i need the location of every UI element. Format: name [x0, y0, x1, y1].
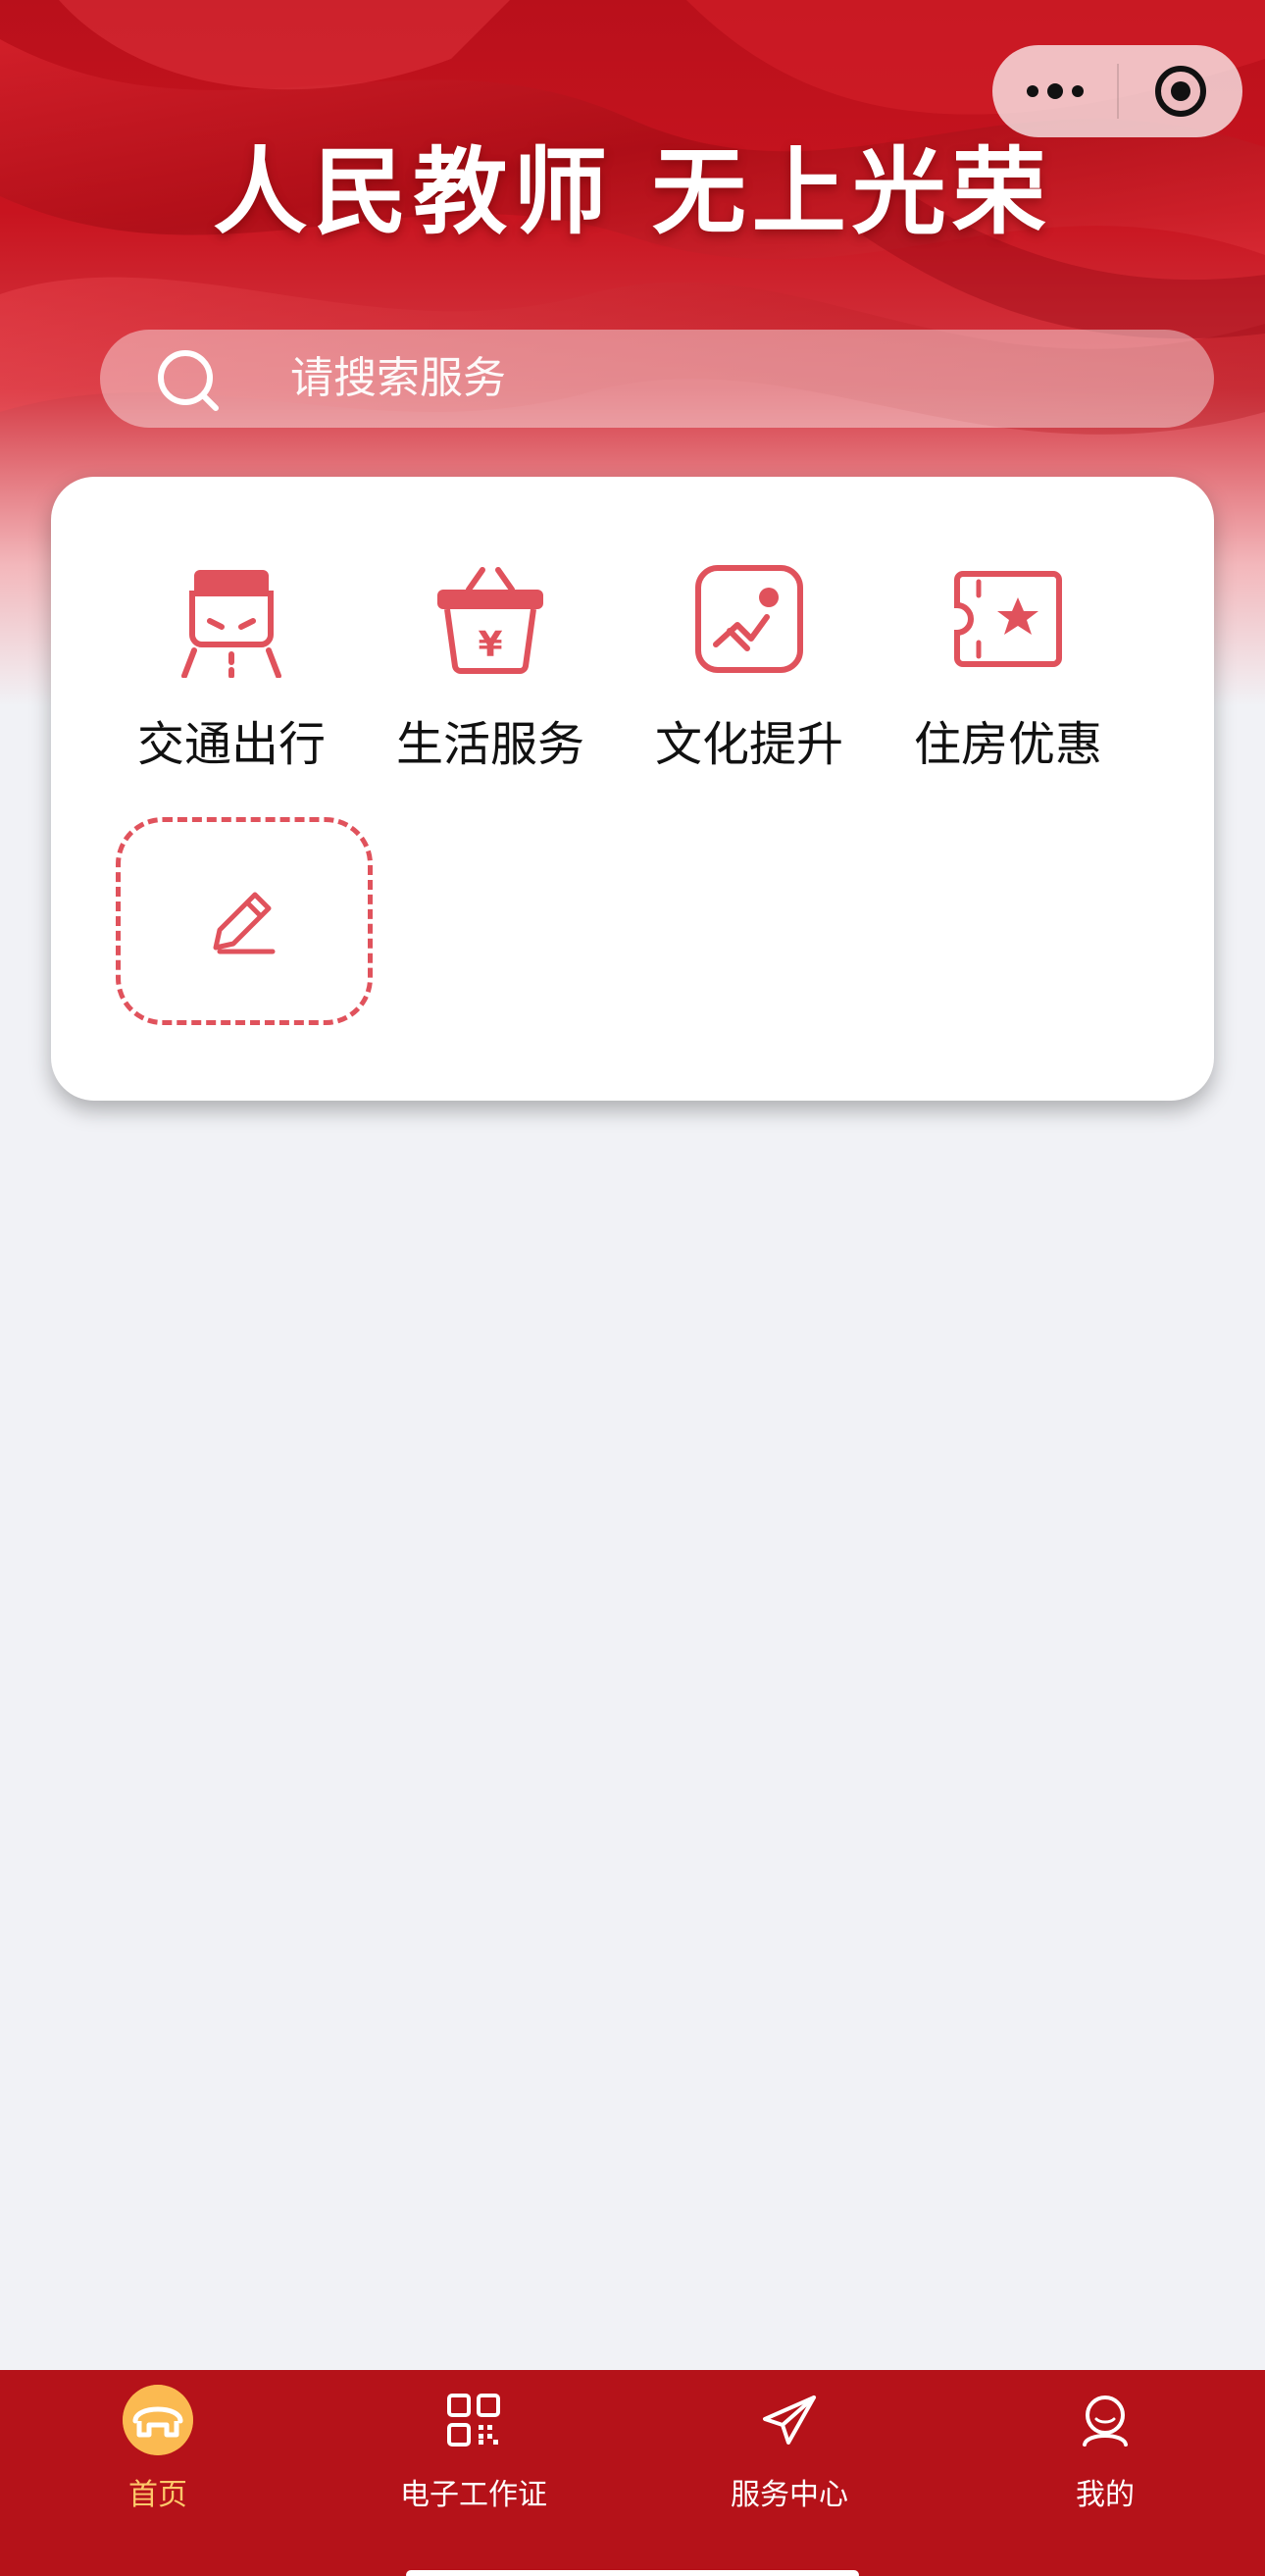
tab-home[interactable]: 首页 — [0, 2370, 316, 2527]
service-label: 交通出行 — [136, 717, 326, 772]
service-label: 生活服务 — [395, 717, 584, 772]
more-dots-icon — [1026, 83, 1084, 99]
tab-label: 电子工作证 — [400, 2478, 547, 2512]
mini-program-capsule — [992, 45, 1242, 137]
tab-work-id[interactable]: 电子工作证 — [316, 2370, 632, 2527]
service-housing[interactable]: 住房优惠 — [879, 477, 1138, 772]
user-icon — [1083, 2396, 1128, 2447]
target-circle-icon — [1155, 66, 1206, 117]
ticket-star-icon — [954, 571, 1062, 667]
tab-label: 服务中心 — [731, 2478, 848, 2512]
search-bar[interactable]: 请搜索服务 — [100, 330, 1214, 428]
qrcode-icon — [447, 2394, 500, 2447]
search-icon — [158, 350, 219, 411]
tab-mine[interactable]: 我的 — [947, 2370, 1263, 2527]
service-card: 交通出行 ¥ 生活服务 文化提升 住房优惠 — [51, 477, 1214, 1101]
traffic-icon — [181, 570, 281, 678]
basket-yen-icon: ¥ — [437, 567, 543, 674]
home-icon — [123, 2385, 193, 2455]
pencil-icon — [213, 892, 276, 954]
service-traffic[interactable]: 交通出行 — [102, 477, 361, 772]
svg-text:¥: ¥ — [478, 625, 502, 665]
service-label: 住房优惠 — [913, 717, 1102, 772]
search-placeholder: 请搜索服务 — [290, 353, 506, 403]
tab-service-center[interactable]: 服务中心 — [632, 2370, 947, 2527]
service-life[interactable]: ¥ 生活服务 — [361, 477, 620, 772]
edit-services-button[interactable] — [116, 817, 373, 1025]
paper-plane-icon — [763, 2396, 816, 2445]
tab-label: 我的 — [1076, 2478, 1135, 2512]
culture-chart-icon — [695, 565, 803, 673]
more-button[interactable] — [992, 45, 1117, 137]
bottom-tab-bar: 首页 电子工作证 服务中心 我的 — [0, 2370, 1265, 2576]
home-indicator — [406, 2570, 859, 2576]
service-culture[interactable]: 文化提升 — [620, 477, 879, 772]
tab-label: 首页 — [128, 2478, 187, 2512]
close-button[interactable] — [1119, 45, 1242, 137]
service-label: 文化提升 — [654, 717, 843, 772]
